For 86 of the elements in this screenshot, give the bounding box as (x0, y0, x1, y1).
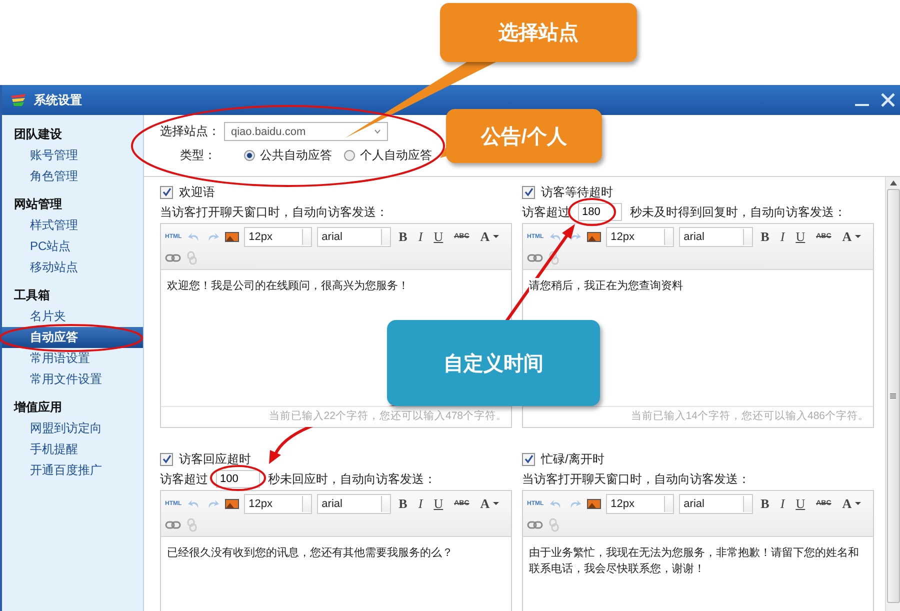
link-icon[interactable] (165, 252, 181, 262)
underline-button[interactable]: U (792, 228, 808, 244)
font-color-button[interactable]: A (839, 496, 855, 512)
character-counter: 当前已输入22个字符，您还可以输入478个字符。 (161, 406, 511, 427)
italic-button[interactable]: I (415, 496, 426, 512)
radio-button[interactable] (344, 150, 355, 161)
image-icon[interactable] (586, 498, 601, 510)
callout: 选择站点 (440, 3, 637, 62)
logo-icon (10, 93, 28, 107)
checkbox-label: 访客回应超时 (179, 450, 251, 468)
seconds-field[interactable]: 180 (578, 203, 622, 221)
callout: 公告/个人 (446, 109, 602, 163)
sidebar-group-title: 工具箱 (13, 287, 51, 304)
sidebar-item[interactable]: 名片夹 (2, 306, 143, 327)
checkbox[interactable] (522, 452, 535, 466)
font-size-dropdown[interactable]: 12px (244, 494, 312, 514)
sidebar-item[interactable]: 手机提醒 (2, 439, 143, 460)
sidebar-item[interactable]: 常用文件设置 (2, 369, 143, 390)
italic-button[interactable]: I (777, 496, 788, 512)
checkbox[interactable] (160, 186, 173, 198)
sidebar-item[interactable]: 网盟到访定向 (2, 418, 143, 439)
sidebar-group-title: 网站管理 (13, 196, 63, 213)
font-family-dropdown[interactable]: arial (678, 226, 753, 246)
font-size-dropdown[interactable]: 12px (606, 226, 674, 246)
checkbox-label: 忙碌/离开时 (541, 450, 604, 468)
highlight-ellipse (210, 465, 266, 491)
bold-button[interactable]: B (396, 496, 410, 512)
underline-button[interactable]: U (792, 496, 808, 512)
scrollbar[interactable] (885, 177, 900, 611)
image-icon[interactable] (224, 230, 239, 242)
font-family-dropdown[interactable]: arial (316, 226, 391, 246)
sidebar-group-title: 团队建设 (13, 126, 63, 143)
site-label: 选择站点： (160, 123, 220, 140)
highlight-ellipse (568, 198, 616, 226)
grip-icon (890, 393, 896, 399)
checkbox-label: 访客等待超时 (541, 184, 613, 200)
font-family-dropdown[interactable]: arial (678, 494, 753, 514)
sidebar-item[interactable]: 开通百度推广 (2, 460, 143, 481)
type-label: 类型： (180, 147, 216, 164)
font-color-button[interactable]: A (477, 228, 493, 244)
font-color-button[interactable]: A (477, 496, 493, 512)
bold-button[interactable]: B (758, 496, 772, 512)
font-size-dropdown[interactable]: 12px (244, 226, 312, 246)
radio-label: 个人自动应答 (360, 147, 432, 164)
sidebar-item[interactable]: 自动应答 (2, 327, 143, 348)
checkbox[interactable] (522, 186, 535, 198)
seconds-field[interactable]: 100 (216, 470, 260, 488)
prompt-text: 当访客打开聊天窗口时，自动向访客发送： (160, 204, 388, 220)
sidebar-item[interactable]: PC站点 (2, 236, 143, 257)
prompt-text: 秒未及时得到回复时，自动向访客发送： (630, 204, 846, 220)
link-icon[interactable] (165, 520, 181, 530)
bold-button[interactable]: B (396, 228, 410, 244)
font-size-dropdown[interactable]: 12px (606, 494, 674, 514)
sidebar-item[interactable]: 移动站点 (2, 257, 143, 278)
sidebar-item[interactable]: 角色管理 (2, 166, 143, 187)
sidebar-item[interactable]: 常用语设置 (2, 348, 143, 369)
sidebar-item[interactable]: 样式管理 (2, 215, 143, 236)
checkbox[interactable] (160, 452, 173, 466)
message-text: 已经很久没有收到您的讯息，您还有其他需要我服务的么？ (167, 545, 453, 561)
underline-button[interactable]: U (430, 228, 446, 244)
sidebar-group-title: 增值应用 (12, 399, 63, 416)
radio-label: 公共自动应答 (260, 147, 332, 164)
prompt-text: 访客超过 (160, 470, 208, 488)
image-icon[interactable] (586, 230, 601, 242)
link-icon[interactable] (527, 252, 543, 262)
underline-button[interactable]: U (430, 496, 446, 512)
bold-button[interactable]: B (758, 228, 772, 244)
prompt-text: 当访客打开聊天窗口时，自动向访客发送： (522, 470, 750, 488)
message-text: 请您稍后，我正在为您查询资料 (529, 278, 683, 294)
site-dropdown[interactable]: qiao.baidu.com (224, 122, 388, 141)
close-icon[interactable] (880, 92, 896, 108)
image-icon[interactable] (224, 498, 239, 510)
scroll-thumb[interactable] (886, 189, 900, 603)
sidebar-item[interactable]: 账号管理 (2, 145, 143, 166)
link-icon[interactable] (527, 520, 543, 530)
chevron-icon (374, 129, 381, 134)
prompt-text: 秒未回应时，自动向访客发送： (268, 470, 436, 488)
italic-button[interactable]: I (777, 228, 788, 244)
font-color-button[interactable]: A (839, 228, 855, 244)
italic-button[interactable]: I (415, 228, 426, 244)
window-title: 系统设置 (34, 92, 82, 108)
font-family-dropdown[interactable]: arial (316, 494, 391, 514)
radio-button[interactable] (244, 150, 255, 161)
callout: 自定义时间 (387, 320, 600, 406)
checkbox-label: 欢迎语 (179, 184, 215, 200)
unlink-icon[interactable] (548, 250, 560, 264)
